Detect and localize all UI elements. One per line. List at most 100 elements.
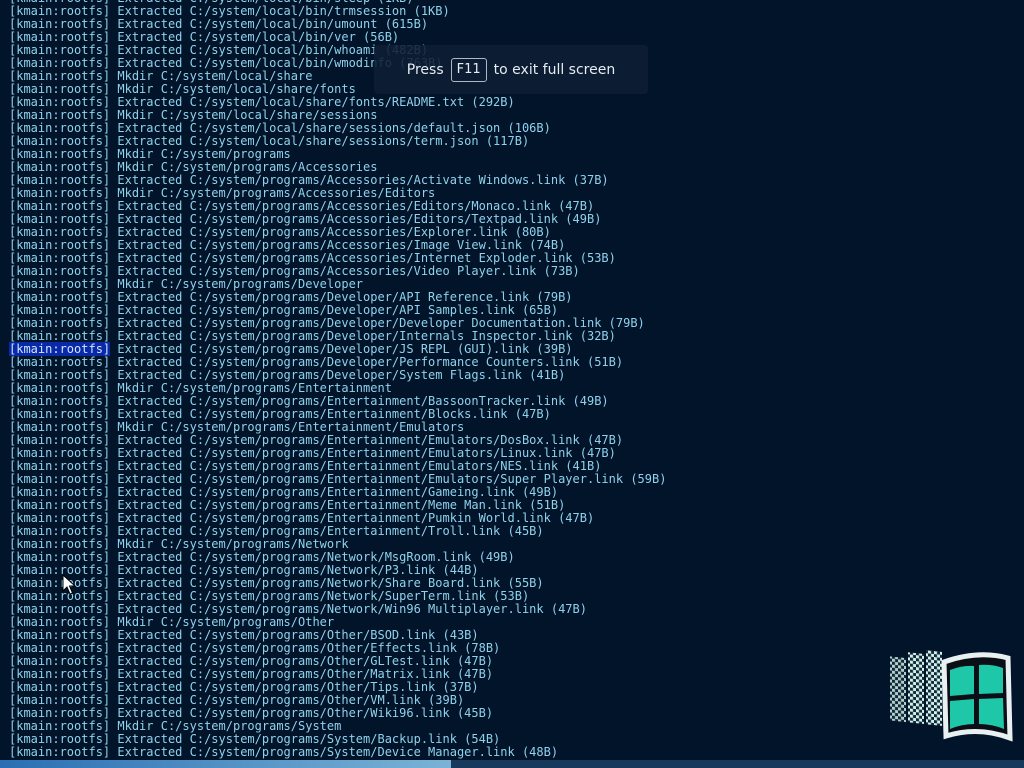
- log-message: Extracted C:/system/local/share/sessions…: [110, 134, 530, 148]
- log-message: Mkdir C:/system/programs/Entertainment/E…: [110, 420, 465, 434]
- log-source-tag: [kmain:rootfs]: [9, 277, 111, 291]
- log-source-tag: [kmain:rootfs]: [9, 420, 111, 434]
- log-message: Extracted C:/system/programs/Developer/A…: [110, 303, 559, 317]
- log-message: Mkdir C:/system/programs/Other: [110, 615, 335, 629]
- log-source-tag: [kmain:rootfs]: [9, 147, 111, 161]
- log-source-tag: [kmain:rootfs]: [9, 706, 111, 720]
- log-message: Extracted C:/system/programs/Entertainme…: [110, 459, 602, 473]
- log-source-tag: [kmain:rootfs]: [9, 680, 111, 694]
- log-message: Extracted C:/system/programs/Network/Msg…: [110, 550, 515, 564]
- log-message: Extracted C:/system/local/bin/umount (61…: [110, 17, 429, 31]
- log-message: Extracted C:/system/programs/Other/Wiki9…: [110, 706, 494, 720]
- log-message: Mkdir C:/system/local/share/sessions: [110, 108, 378, 122]
- log-source-tag: [kmain:rootfs]: [9, 446, 111, 460]
- log-message: Extracted C:/system/programs/Entertainme…: [110, 394, 609, 408]
- log-message: Extracted C:/system/programs/Accessories…: [110, 225, 551, 239]
- log-message: Extracted C:/system/programs/Accessories…: [110, 264, 580, 278]
- log-message: Extracted C:/system/programs/Entertainme…: [110, 407, 551, 421]
- log-message: Extracted C:/system/programs/Entertainme…: [110, 433, 624, 447]
- log-source-tag: [kmain:rootfs]: [9, 303, 111, 317]
- log-source-tag: [kmain:rootfs]: [9, 251, 111, 265]
- log-source-tag: [kmain:rootfs]: [9, 82, 111, 96]
- log-message: Mkdir C:/system/programs: [110, 147, 291, 161]
- log-source-tag: [kmain:rootfs]: [9, 667, 111, 681]
- log-source-tag: [kmain:rootfs]: [9, 602, 111, 616]
- fullscreen-notice-prefix: Press: [406, 61, 444, 78]
- log-source-tag: [kmain:rootfs]: [9, 394, 111, 408]
- log-source-tag: [kmain:rootfs]: [9, 407, 111, 421]
- log-message: Extracted C:/system/programs/Entertainme…: [110, 485, 559, 499]
- log-source-tag: [kmain:rootfs]: [9, 17, 111, 31]
- log-source-tag: [kmain:rootfs]: [9, 316, 111, 330]
- fullscreen-notice: Press F11 to exit full screen: [374, 45, 648, 94]
- log-message: Extracted C:/system/programs/Other/Tips.…: [110, 680, 479, 694]
- log-source-tag: [kmain:rootfs]: [9, 576, 111, 590]
- log-source-tag: [kmain:rootfs]: [9, 225, 111, 239]
- log-source-tag: [kmain:rootfs]: [9, 615, 111, 629]
- log-message: Mkdir C:/system/local/share/fonts: [110, 82, 356, 96]
- log-message: Extracted C:/system/programs/System/Back…: [110, 732, 501, 746]
- log-source-tag: [kmain:rootfs]: [9, 186, 111, 200]
- log-source-tag: [kmain:rootfs]: [9, 563, 111, 577]
- log-source-tag: [kmain:rootfs]: [9, 4, 111, 18]
- log-message: Mkdir C:/system/programs/System: [110, 719, 342, 733]
- log-source-tag: [kmain:rootfs]: [9, 355, 111, 369]
- log-source-tag: [kmain:rootfs]: [9, 485, 111, 499]
- log-message: Extracted C:/system/programs/Accessories…: [110, 173, 609, 187]
- log-source-tag: [kmain:rootfs]: [9, 693, 111, 707]
- log-source-tag: [kmain:rootfs]: [9, 498, 111, 512]
- log-source-tag: [kmain:rootfs]: [9, 238, 111, 252]
- log-source-tag: [kmain:rootfs]: [9, 342, 111, 356]
- log-message: Extracted C:/system/programs/Entertainme…: [110, 511, 595, 525]
- log-message: Extracted C:/system/programs/Entertainme…: [110, 498, 566, 512]
- boot-screen: [kmain:rootfs] Extracted C:/system/local…: [0, 0, 1024, 768]
- log-source-tag: [kmain:rootfs]: [9, 537, 111, 551]
- log-message: Mkdir C:/system/programs/Network: [110, 537, 349, 551]
- log-source-tag: [kmain:rootfs]: [9, 173, 111, 187]
- log-source-tag: [kmain:rootfs]: [9, 56, 111, 70]
- log-source-tag: [kmain:rootfs]: [9, 381, 111, 395]
- log-source-tag: [kmain:rootfs]: [9, 95, 111, 109]
- log-source-tag: [kmain:rootfs]: [9, 290, 111, 304]
- log-source-tag: [kmain:rootfs]: [9, 589, 111, 603]
- log-message: Extracted C:/system/programs/Network/P3.…: [110, 563, 479, 577]
- log-message: Extracted C:/system/programs/Developer/J…: [110, 342, 573, 356]
- log-message: Mkdir C:/system/programs/Accessories/Edi…: [110, 186, 436, 200]
- log-source-tag: [kmain:rootfs]: [9, 732, 111, 746]
- log-source-tag: [kmain:rootfs]: [9, 108, 111, 122]
- log-message: Extracted C:/system/programs/Entertainme…: [110, 446, 616, 460]
- log-source-tag: [kmain:rootfs]: [9, 121, 111, 135]
- log-message: Extracted C:/system/programs/Network/Sha…: [110, 576, 544, 590]
- log-source-tag: [kmain:rootfs]: [9, 472, 111, 486]
- log-message: Extracted C:/system/programs/Accessories…: [110, 251, 616, 265]
- log-message: Extracted C:/system/programs/Developer/I…: [110, 329, 616, 343]
- log-message: Extracted C:/system/programs/Network/Win…: [110, 602, 587, 616]
- log-source-tag: [kmain:rootfs]: [9, 30, 111, 44]
- log-source-tag: [kmain:rootfs]: [9, 745, 111, 759]
- log-message: Extracted C:/system/programs/Accessories…: [110, 238, 566, 252]
- log-source-tag: [kmain:rootfs]: [9, 264, 111, 278]
- log-message: Extracted C:/system/local/bin/trmsession…: [110, 4, 450, 18]
- log-message: Extracted C:/system/programs/Developer/P…: [110, 355, 624, 369]
- log-message: Extracted C:/system/local/bin/ver (56B): [110, 30, 400, 44]
- log-message: Extracted C:/system/programs/Other/Matri…: [110, 667, 494, 681]
- log-message: Extracted C:/system/programs/Other/BSOD.…: [110, 628, 479, 642]
- log-message: Extracted C:/system/programs/System/Devi…: [110, 745, 559, 759]
- log-message: Extracted C:/system/local/share/fonts/RE…: [110, 95, 515, 109]
- log-source-tag: [kmain:rootfs]: [9, 43, 111, 57]
- log-source-tag: [kmain:rootfs]: [9, 719, 111, 733]
- fullscreen-notice-suffix: to exit full screen: [493, 61, 616, 78]
- windows-96-logo: [890, 650, 1013, 742]
- boot-progress-bar: [0, 760, 1024, 768]
- log-line: [kmain:rootfs] Extracted C:/system/progr…: [9, 746, 1019, 759]
- log-message: Extracted C:/system/programs/Developer/A…: [110, 290, 573, 304]
- boot-progress-fill: [0, 760, 451, 768]
- log-source-tag: [kmain:rootfs]: [9, 199, 111, 213]
- log-message: Extracted C:/system/programs/Network/Sup…: [110, 589, 530, 603]
- log-message: Extracted C:/system/programs/Developer/S…: [110, 368, 566, 382]
- log-source-tag: [kmain:rootfs]: [9, 511, 111, 525]
- log-source-tag: [kmain:rootfs]: [9, 459, 111, 473]
- log-message: Extracted C:/system/programs/Other/VM.li…: [110, 693, 465, 707]
- log-message: Mkdir C:/system/local/share: [110, 69, 313, 83]
- log-source-tag: [kmain:rootfs]: [9, 433, 111, 447]
